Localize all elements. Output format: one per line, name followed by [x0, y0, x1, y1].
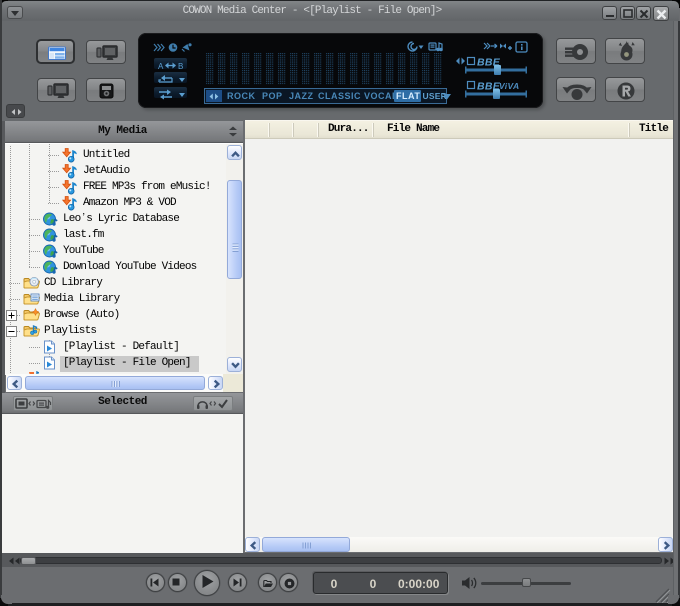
- svg-text:A: A: [158, 62, 164, 71]
- svg-text:B: B: [178, 62, 183, 71]
